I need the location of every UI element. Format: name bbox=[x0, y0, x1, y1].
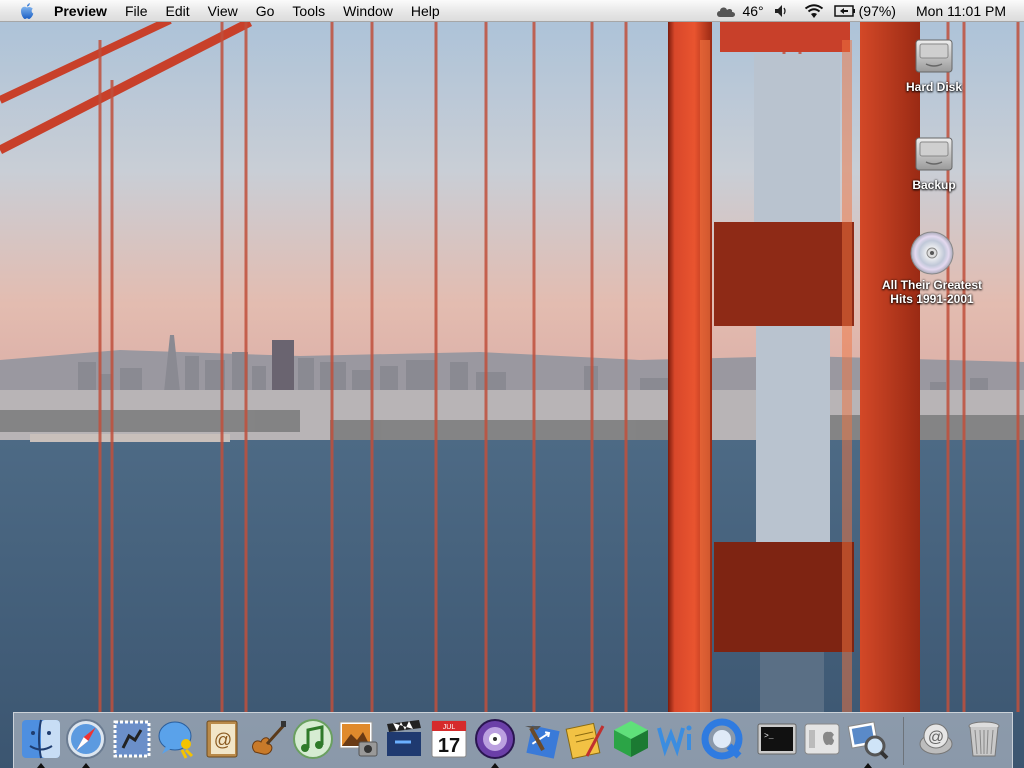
desktop-icon-label: Hard Disk bbox=[905, 80, 963, 94]
ical-date: 17 bbox=[438, 735, 460, 757]
imovie-icon bbox=[387, 720, 421, 756]
svg-text:@: @ bbox=[214, 730, 232, 750]
ical-icon: JUL 17 bbox=[431, 720, 467, 758]
wifi-icon bbox=[804, 3, 824, 19]
volume-menu[interactable] bbox=[774, 4, 790, 18]
menu-file[interactable]: File bbox=[116, 0, 157, 22]
weather-temperature: 46° bbox=[742, 3, 764, 19]
desktop-icon-label-line2: Hits 1991-2001 bbox=[890, 292, 974, 306]
garageband-icon bbox=[252, 721, 287, 755]
dock-item-trash[interactable] bbox=[962, 717, 1006, 761]
dock-item-garageband[interactable] bbox=[246, 717, 290, 761]
safari-icon bbox=[66, 719, 106, 759]
desktop-icon-backup[interactable]: Backup bbox=[874, 132, 994, 192]
dock-item-system-profiler[interactable] bbox=[800, 717, 844, 761]
xcode-icon bbox=[525, 725, 560, 759]
terminal-icon: >_ bbox=[757, 723, 797, 755]
wi-icon bbox=[657, 725, 692, 757]
finder-icon bbox=[22, 719, 60, 759]
desktop-icon-label: Backup bbox=[912, 178, 956, 192]
dock-item-quicktime[interactable] bbox=[700, 717, 744, 761]
battery-menu[interactable]: (97%) bbox=[833, 3, 896, 19]
menu-window[interactable]: Window bbox=[334, 0, 402, 22]
dock-item-finder[interactable] bbox=[19, 717, 63, 761]
ichat-icon bbox=[158, 721, 194, 759]
dock-item-address-book[interactable]: @ bbox=[200, 717, 244, 761]
dock: @ JUL 17 >_ @ bbox=[13, 712, 1013, 768]
desktop-icon-cd[interactable]: All Their Greatest Hits 1991-2001 bbox=[872, 230, 992, 306]
dock-separator bbox=[903, 717, 904, 765]
desktop-icon-label-line1: All Their Greatest bbox=[881, 278, 983, 292]
dock-item-ichat[interactable] bbox=[155, 717, 199, 761]
running-indicator bbox=[491, 763, 499, 768]
menu-bar: Preview File Edit View Go Tools Window H… bbox=[0, 0, 1024, 22]
trash-icon bbox=[968, 721, 1000, 757]
dock-item-dvd-player[interactable] bbox=[473, 717, 517, 761]
internet-location-icon: @ bbox=[919, 723, 953, 755]
clock[interactable]: Mon 11:01 PM bbox=[916, 3, 1006, 19]
dock-item-green-cube[interactable] bbox=[609, 717, 653, 761]
running-indicator bbox=[37, 763, 45, 768]
dvd-player-icon bbox=[475, 719, 515, 759]
menu-view[interactable]: View bbox=[199, 0, 247, 22]
green-cube-icon bbox=[614, 721, 648, 757]
menu-go[interactable]: Go bbox=[247, 0, 284, 22]
desktop-icon-hard-disk[interactable]: Hard Disk bbox=[874, 34, 994, 94]
dock-item-xcode[interactable] bbox=[518, 717, 562, 761]
itunes-icon bbox=[293, 719, 333, 759]
airport-menu[interactable] bbox=[804, 3, 824, 19]
dock-item-wi[interactable] bbox=[654, 717, 698, 761]
dock-item-ical[interactable]: JUL 17 bbox=[427, 717, 471, 761]
cloud-icon bbox=[715, 4, 737, 18]
svg-text:>_: >_ bbox=[764, 732, 774, 741]
ical-month: JUL bbox=[443, 724, 456, 731]
dock-item-safari[interactable] bbox=[64, 717, 108, 761]
quicktime-icon bbox=[701, 718, 743, 760]
menu-app-name[interactable]: Preview bbox=[50, 0, 116, 22]
running-indicator bbox=[82, 763, 90, 768]
battery-icon bbox=[833, 5, 856, 17]
menu-tools[interactable]: Tools bbox=[283, 0, 334, 22]
menu-edit[interactable]: Edit bbox=[157, 0, 199, 22]
menu-help[interactable]: Help bbox=[402, 0, 449, 22]
dock-item-iphoto[interactable] bbox=[336, 717, 380, 761]
text-editor-icon bbox=[565, 722, 605, 760]
system-profiler-icon bbox=[804, 723, 840, 755]
speaker-icon bbox=[774, 4, 790, 18]
dock-item-preview[interactable] bbox=[846, 717, 890, 761]
dock-item-itunes[interactable] bbox=[291, 717, 335, 761]
dock-item-terminal[interactable]: >_ bbox=[755, 717, 799, 761]
dock-item-internet-location[interactable]: @ bbox=[914, 717, 958, 761]
dock-item-imovie[interactable] bbox=[382, 717, 426, 761]
running-indicator bbox=[864, 763, 872, 768]
svg-text:@: @ bbox=[928, 729, 944, 746]
menu-extras: 46° (97%) Mon 11:01 PM bbox=[705, 0, 1024, 22]
dock-item-text-editor[interactable] bbox=[564, 717, 608, 761]
hard-disk-icon bbox=[915, 137, 953, 171]
desktop-wallpaper bbox=[0, 0, 1024, 768]
hard-disk-icon bbox=[915, 39, 953, 73]
battery-percent: (97%) bbox=[858, 3, 896, 19]
preview-icon bbox=[847, 721, 889, 760]
address-book-icon: @ bbox=[206, 720, 238, 758]
dock-item-mail[interactable] bbox=[110, 717, 154, 761]
weather-menu[interactable]: 46° bbox=[715, 3, 764, 19]
cd-icon bbox=[910, 231, 954, 275]
apple-icon[interactable] bbox=[16, 1, 38, 21]
iphoto-icon bbox=[339, 721, 378, 757]
mail-icon bbox=[113, 720, 151, 758]
